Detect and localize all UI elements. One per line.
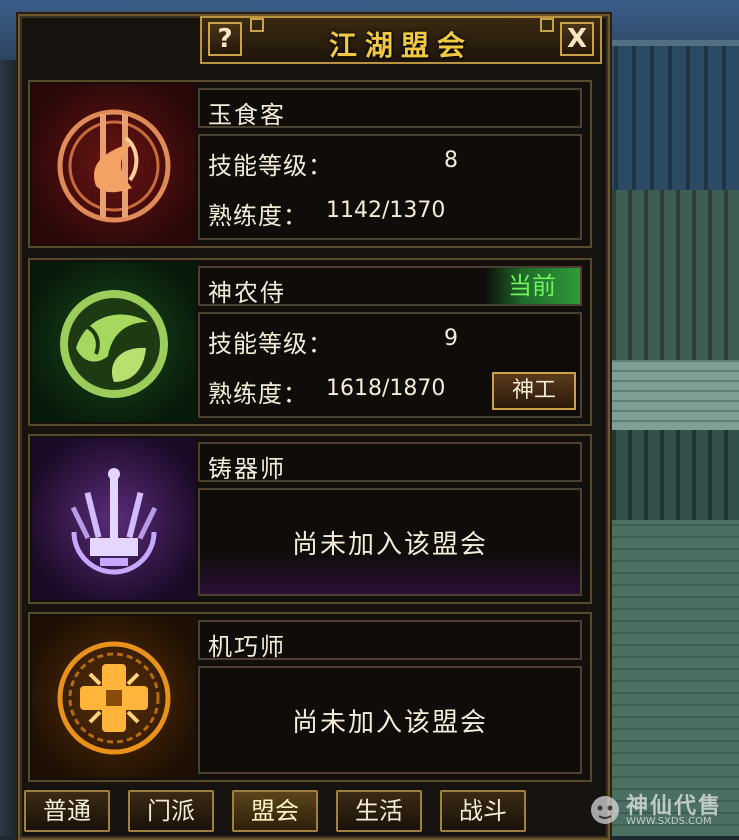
- guild-name: 玉食客: [208, 101, 286, 129]
- artisan-emblem-icon: [57, 641, 171, 755]
- title-corner-ornament-right: [540, 18, 554, 32]
- lower-roof: [600, 430, 739, 520]
- guild-info: 尚未加入该盟会: [198, 666, 582, 774]
- guild-card-jiqiaoshi: 机巧师 尚未加入该盟会: [28, 612, 592, 782]
- guild-card-shennongshi: 神农侍 当前 技能等级： 9 熟练度： 1618/1870 神工: [28, 258, 592, 426]
- help-button[interactable]: ?: [208, 22, 242, 56]
- scene-left-edge: [0, 60, 20, 836]
- guild-name-row: 铸器师: [198, 442, 582, 483]
- title-corner-ornament-left: [250, 18, 264, 32]
- guild-name: 机巧师: [208, 633, 286, 661]
- guild-name-row: 机巧师: [198, 620, 582, 661]
- guild-info: 技能等级： 8 熟练度： 1142/1370: [198, 134, 582, 240]
- emblem-box: [32, 438, 196, 600]
- proficiency-value: 1142/1370: [326, 198, 446, 223]
- skill-level-value: 8: [444, 148, 458, 173]
- emblem-box: [32, 616, 196, 778]
- guild-info: 尚未加入该盟会: [198, 488, 582, 596]
- close-button[interactable]: X: [560, 22, 594, 56]
- skill-level-value: 9: [444, 326, 458, 351]
- watermark-url: WWW.SXDS.COM: [626, 816, 712, 827]
- not-joined-message: 尚未加入该盟会: [291, 707, 488, 738]
- emblem-box: [32, 84, 196, 244]
- emblem-box: [32, 262, 196, 422]
- skill-level-label: 技能等级：: [208, 152, 333, 180]
- guild-name-row: 玉食客: [198, 88, 582, 129]
- watermark: 神仙代售 WWW.SXDS.COM: [586, 786, 736, 832]
- tab-normal[interactable]: 普通: [24, 790, 110, 832]
- tab-combat[interactable]: 战斗: [440, 790, 526, 832]
- close-icon: X: [566, 24, 588, 54]
- blue-roof: [600, 40, 739, 196]
- forge-emblem-icon: [70, 468, 158, 575]
- tab-life[interactable]: 生活: [336, 790, 422, 832]
- mascot-icon: [591, 796, 619, 824]
- current-guild-badge: 当前: [484, 268, 580, 304]
- proficiency-label: 熟练度：: [208, 380, 308, 408]
- guild-card-zhuqishi: 铸器师 尚未加入该盟会: [28, 434, 592, 604]
- skill-level-label: 技能等级：: [208, 330, 333, 358]
- tab-bar: 普通 门派 盟会 生活 战斗: [24, 790, 544, 834]
- chef-emblem-icon: [57, 109, 171, 223]
- guild-card-yushike: 玉食客 技能等级： 8 熟练度： 1142/1370: [28, 80, 592, 248]
- guild-name: 神农侍: [208, 279, 286, 307]
- tab-sect[interactable]: 门派: [128, 790, 214, 832]
- guild-name: 铸器师: [208, 455, 286, 483]
- stone-wall: [600, 360, 739, 430]
- proficiency-value: 1618/1870: [326, 376, 446, 401]
- guild-name-row: 神农侍 当前: [198, 266, 582, 307]
- green-roof: [600, 190, 739, 365]
- proficiency-label: 熟练度：: [208, 202, 308, 230]
- shengong-button[interactable]: 神工: [492, 372, 576, 410]
- tab-guild[interactable]: 盟会: [232, 790, 318, 832]
- not-joined-message: 尚未加入该盟会: [291, 529, 488, 560]
- herbalist-emblem-icon: [60, 290, 168, 398]
